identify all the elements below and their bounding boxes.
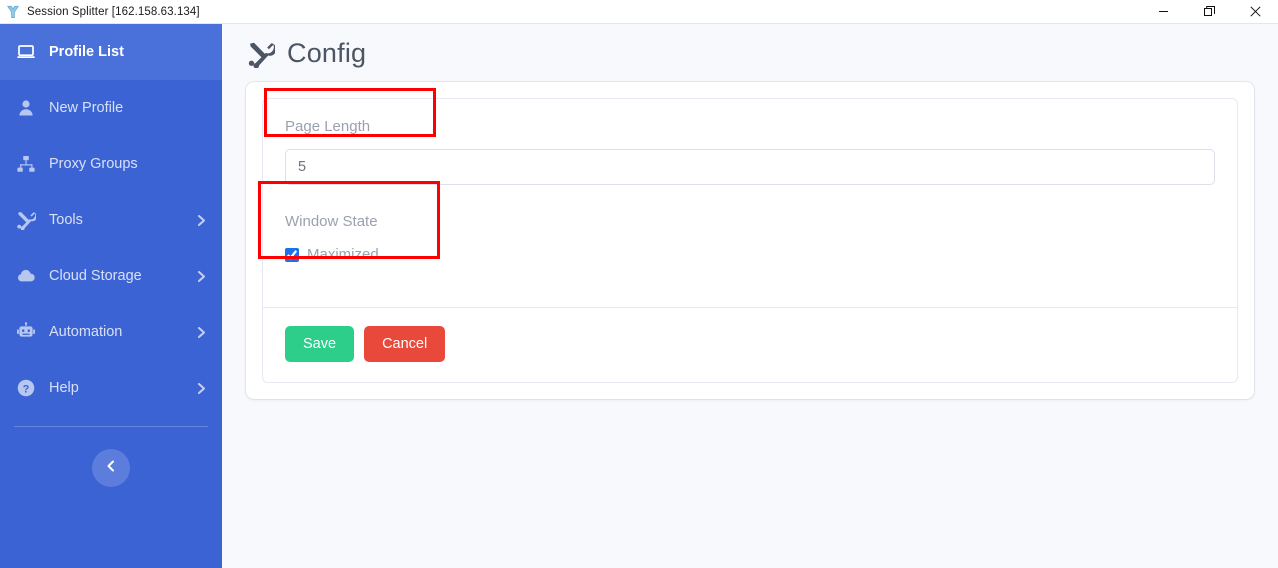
- maximized-checkbox-label: Maximized: [307, 246, 379, 263]
- sidebar-item-new-profile[interactable]: New Profile: [0, 80, 222, 136]
- minimize-icon[interactable]: [1140, 0, 1186, 24]
- sidebar-item-label: Tools: [49, 212, 83, 228]
- main-content: Config Page Length Window State Maximize…: [222, 24, 1278, 568]
- cancel-button[interactable]: Cancel: [364, 326, 446, 362]
- window-title: Session Splitter [162.158.63.134]: [27, 5, 200, 18]
- page-title: Config: [287, 38, 367, 68]
- cloud-icon: [15, 265, 37, 287]
- chevron-right-icon: [195, 214, 208, 227]
- sidebar-item-automation[interactable]: Automation: [0, 304, 222, 360]
- config-form-panel: Page Length Window State Maximized Save …: [262, 98, 1238, 383]
- maximized-checkbox-row[interactable]: Maximized: [285, 246, 1215, 263]
- chevron-right-icon: [195, 326, 208, 339]
- close-icon[interactable]: [1232, 0, 1278, 24]
- sidebar-nav: Profile List New Profile Proxy Groups To…: [0, 24, 222, 416]
- sidebar-item-label: Automation: [49, 324, 123, 340]
- sitemap-icon: [15, 153, 37, 175]
- sidebar-collapse-button[interactable]: [92, 449, 130, 487]
- save-button[interactable]: Save: [285, 326, 355, 362]
- svg-text:?: ?: [23, 383, 30, 395]
- robot-icon: [15, 321, 37, 343]
- sidebar: Profile List New Profile Proxy Groups To…: [0, 24, 222, 568]
- sidebar-item-label: Cloud Storage: [49, 268, 142, 284]
- window-controls: [1140, 0, 1278, 24]
- tools-icon: [246, 39, 276, 69]
- chevron-right-icon: [195, 270, 208, 283]
- restore-icon[interactable]: [1186, 0, 1232, 24]
- page-header: Config: [222, 24, 1278, 69]
- session-splitter-logo-icon: [5, 4, 21, 20]
- window-state-label: Window State: [285, 213, 378, 230]
- sidebar-item-label: New Profile: [49, 100, 124, 116]
- sidebar-item-label: Help: [49, 380, 79, 396]
- user-icon: [15, 97, 37, 119]
- config-form-actions: Save Cancel: [263, 308, 1237, 382]
- chevron-left-icon: [104, 459, 118, 478]
- sidebar-item-cloud-storage[interactable]: Cloud Storage: [0, 248, 222, 304]
- maximized-checkbox[interactable]: [285, 247, 299, 262]
- config-card: Page Length Window State Maximized Save …: [246, 82, 1254, 399]
- sidebar-item-profile-list[interactable]: Profile List: [0, 24, 222, 80]
- page-length-label: Page Length: [285, 118, 371, 135]
- sidebar-collapse-area: [0, 427, 222, 487]
- page-length-input[interactable]: [285, 149, 1215, 185]
- sidebar-item-label: Proxy Groups: [49, 156, 138, 172]
- config-form-body: Page Length Window State Maximized: [263, 99, 1237, 307]
- laptop-icon: [15, 41, 37, 63]
- tools-icon: [15, 209, 37, 231]
- chevron-right-icon: [195, 382, 208, 395]
- window-titlebar: Session Splitter [162.158.63.134]: [0, 0, 1278, 24]
- window-state-field-group: Window State Maximized: [285, 212, 1215, 263]
- sidebar-item-help[interactable]: ? Help: [0, 360, 222, 416]
- question-mark-icon: ?: [15, 377, 37, 399]
- sidebar-item-proxy-groups[interactable]: Proxy Groups: [0, 136, 222, 192]
- sidebar-item-tools[interactable]: Tools: [0, 192, 222, 248]
- sidebar-item-label: Profile List: [49, 44, 124, 60]
- page-length-field-group: Page Length: [285, 117, 1215, 185]
